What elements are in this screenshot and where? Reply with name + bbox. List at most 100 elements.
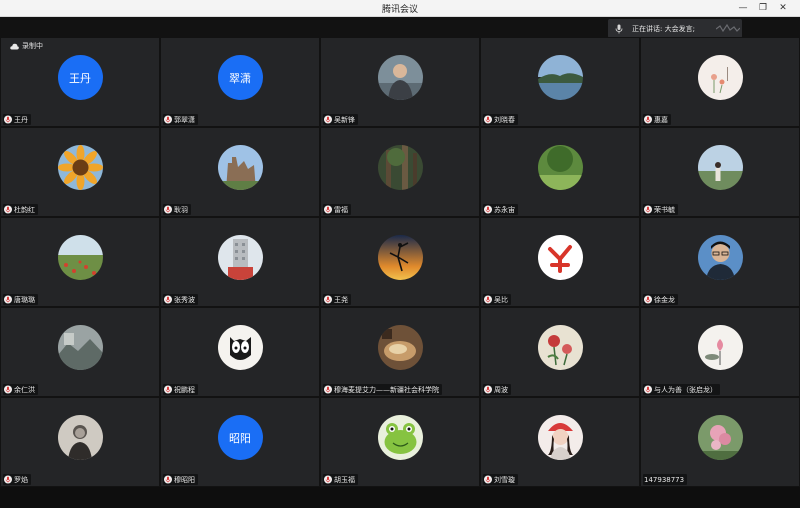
participant-name-label: 张秀波 (163, 294, 198, 305)
participant-grid: 王丹 王丹 翠潇 郭翠潇 吴新锋 刘晓春 惠嘉 杜韵红 耿羽 雷福 苏永宙 荣书毓 唐璐璐 张秀波 王尧 吴比… (0, 37, 800, 487)
microphone-icon[interactable] (164, 205, 172, 214)
participant-tile[interactable]: 与人为善（张启龙） (640, 307, 800, 397)
microphone-icon[interactable] (324, 385, 332, 394)
avatar (537, 325, 583, 370)
microphone-icon[interactable] (324, 205, 332, 214)
microphone-icon[interactable] (4, 295, 12, 304)
participant-tile[interactable]: 刘雪璇 (480, 397, 640, 487)
avatar (377, 235, 423, 280)
participant-tile[interactable]: 余仁洪 (0, 307, 160, 397)
microphone-icon[interactable] (324, 475, 332, 484)
participant-tile[interactable]: 张秀波 (160, 217, 320, 307)
microphone-icon[interactable] (4, 115, 12, 124)
participant-tile[interactable]: 吴比 (480, 217, 640, 307)
microphone-icon[interactable] (484, 115, 492, 124)
participant-name: 杜韵红 (14, 205, 35, 214)
microphone-icon[interactable] (484, 295, 492, 304)
participant-tile[interactable]: 刘晓春 (480, 37, 640, 127)
participant-tile[interactable]: 昭阳 穆昭阳 (160, 397, 320, 487)
microphone-icon[interactable] (484, 385, 492, 394)
participant-name-label: 雷福 (323, 204, 351, 215)
microphone-icon[interactable] (644, 205, 652, 214)
avatar (697, 145, 743, 190)
microphone-icon[interactable] (644, 295, 652, 304)
participant-name-label: 唐璐璐 (3, 294, 38, 305)
participant-tile[interactable]: 穆海麦提艾力——新疆社会科学院 (320, 307, 480, 397)
avatar (697, 55, 743, 100)
microphone-icon[interactable] (484, 475, 492, 484)
participant-name: 刘晓春 (494, 115, 515, 124)
microphone-icon[interactable] (4, 205, 12, 214)
microphone-icon[interactable] (324, 295, 332, 304)
minimize-icon[interactable]: — (736, 1, 750, 15)
avatar (57, 415, 103, 460)
participant-name: 张秀波 (174, 295, 195, 304)
recording-label: 录制中 (22, 42, 43, 50)
participant-name: 郭翠潇 (174, 115, 195, 124)
participant-tile[interactable]: 苏永宙 (480, 127, 640, 217)
participant-tile[interactable]: 徐金龙 (640, 217, 800, 307)
speaking-label: 正在讲话: 大会发言; (632, 25, 695, 33)
window-title: 腾讯会议 (381, 5, 418, 15)
avatar (217, 145, 263, 190)
participant-name-label: 惠嘉 (643, 114, 671, 125)
recording-indicator[interactable]: 录制中 (10, 41, 43, 51)
microphone-icon[interactable] (4, 475, 12, 484)
participant-name-label: 罗焰 (3, 474, 31, 485)
microphone-icon[interactable] (164, 115, 172, 124)
participant-name-label: 穆海麦提艾力——新疆社会科学院 (323, 384, 442, 395)
microphone-icon[interactable] (644, 385, 652, 394)
avatar (57, 325, 103, 370)
participant-tile[interactable]: 雷福 (320, 127, 480, 217)
avatar (377, 325, 423, 370)
participant-tile[interactable]: 杜韵红 (0, 127, 160, 217)
participant-tile[interactable]: 周波 (480, 307, 640, 397)
participant-tile[interactable]: 胡玉福 (320, 397, 480, 487)
participant-tile[interactable]: 王尧 (320, 217, 480, 307)
microphone-icon[interactable] (644, 115, 652, 124)
participant-tile[interactable]: 荣书毓 (640, 127, 800, 217)
participant-tile[interactable]: 翠潇 郭翠潇 (160, 37, 320, 127)
participant-name-label: 147938773 (643, 474, 688, 485)
avatar (537, 145, 583, 190)
title-bar: 腾讯会议 — ❐ ✕ (0, 0, 800, 17)
participant-name-label: 吴比 (483, 294, 511, 305)
participant-name: 刘雪璇 (494, 475, 515, 484)
participant-tile[interactable]: 惠嘉 (640, 37, 800, 127)
participant-tile[interactable]: 唐璐璐 (0, 217, 160, 307)
participant-tile[interactable]: 吴新锋 (320, 37, 480, 127)
close-icon[interactable]: ✕ (776, 1, 790, 15)
sound-wave-icon (716, 24, 740, 33)
microphone-icon[interactable] (484, 205, 492, 214)
participant-name: 惠嘉 (654, 115, 668, 124)
avatar (217, 325, 263, 370)
participant-name: 耿羽 (174, 205, 188, 214)
microphone-icon[interactable] (164, 295, 172, 304)
microphone-icon[interactable] (164, 475, 172, 484)
participant-name-label: 与人为善（张启龙） (643, 384, 720, 395)
microphone-icon[interactable] (4, 385, 12, 394)
participant-name-label: 苏永宙 (483, 204, 518, 215)
microphone-icon (615, 24, 623, 34)
participant-name-label: 刘雪璇 (483, 474, 518, 485)
participant-name-label: 余仁洪 (3, 384, 38, 395)
participant-tile[interactable]: 罗焰 (0, 397, 160, 487)
avatar (377, 415, 423, 460)
participant-name: 吴新锋 (334, 115, 355, 124)
participant-tile[interactable]: 耿羽 (160, 127, 320, 217)
participant-tile[interactable]: 147938773 (640, 397, 800, 487)
participant-name: 唐璐璐 (14, 295, 35, 304)
participant-name: 祝鹏程 (174, 385, 195, 394)
avatar (377, 145, 423, 190)
restore-icon[interactable]: ❐ (756, 1, 770, 15)
avatar (537, 55, 583, 100)
participant-name: 147938773 (644, 475, 685, 484)
participant-tile[interactable]: 祝鹏程 (160, 307, 320, 397)
microphone-icon[interactable] (164, 385, 172, 394)
microphone-icon[interactable] (324, 115, 332, 124)
participant-name: 余仁洪 (14, 385, 35, 394)
avatar-initials: 王丹 (57, 55, 103, 100)
avatar (537, 235, 583, 280)
avatar (57, 235, 103, 280)
participant-name-label: 徐金龙 (643, 294, 678, 305)
